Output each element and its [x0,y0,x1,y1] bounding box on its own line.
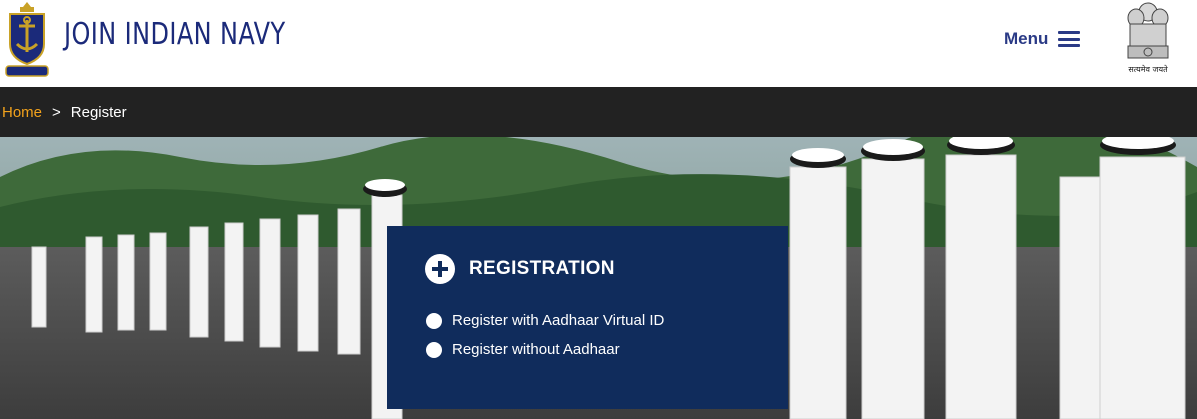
radio-button-icon[interactable] [426,341,442,358]
plus-circle-icon [425,254,455,284]
breadcrumb: Home > Register [0,87,1197,137]
menu-button[interactable]: Menu [1004,27,1081,51]
site-title[interactable]: JOIN INDIAN NAVY [64,17,286,52]
register-without-aadhaar-option[interactable]: Register without Aadhaar [426,341,620,358]
option-label[interactable]: Register with Aadhaar Virtual ID [452,312,664,329]
radio-button-icon[interactable] [426,312,442,329]
register-with-aadhaar-option[interactable]: Register with Aadhaar Virtual ID [426,312,664,329]
registration-header: REGISTRATION [425,254,615,284]
site-header: JOIN INDIAN NAVY Menu सत्यमेव जयते [0,0,1197,87]
hamburger-icon [1058,31,1081,47]
menu-label: Menu [1004,29,1049,48]
registration-panel: REGISTRATION Register with Aadhaar Virtu… [387,226,788,409]
navy-crest-icon[interactable] [2,0,52,80]
registration-title: REGISTRATION [469,258,615,279]
breadcrumb-current: Register [70,103,127,121]
option-label[interactable]: Register without Aadhaar [452,341,620,358]
breadcrumb-home-link[interactable]: Home [2,104,42,121]
emblem-motto: सत्यमेव जयते [1128,65,1168,74]
breadcrumb-separator: > [52,103,61,121]
